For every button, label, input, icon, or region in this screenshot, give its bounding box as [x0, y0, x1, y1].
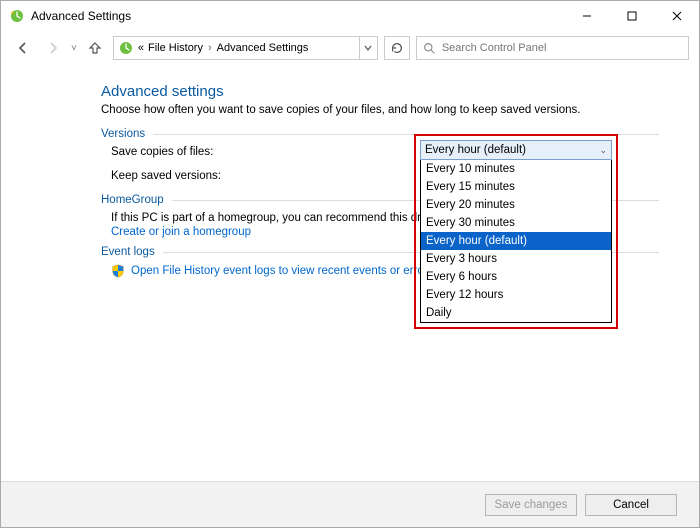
save-copies-dropdown[interactable]: Every hour (default) ⌄: [420, 140, 612, 160]
close-button[interactable]: [654, 1, 699, 31]
dropdown-option[interactable]: Every 30 minutes: [421, 214, 611, 232]
maximize-button[interactable]: [609, 1, 654, 31]
dropdown-option[interactable]: Every 12 hours: [421, 286, 611, 304]
forward-button[interactable]: [41, 36, 65, 60]
dropdown-option[interactable]: Every 20 minutes: [421, 196, 611, 214]
window-controls: [564, 1, 699, 31]
app-icon: [9, 8, 25, 24]
location-icon: [118, 40, 134, 56]
breadcrumb-item[interactable]: File History: [148, 42, 203, 54]
group-label-eventlogs: Event logs: [101, 246, 155, 258]
save-copies-dropdown-highlight: Every hour (default) ⌄ Every 10 minutesE…: [414, 134, 618, 329]
minimize-button[interactable]: [564, 1, 609, 31]
refresh-button[interactable]: [384, 36, 410, 60]
back-button[interactable]: [11, 36, 35, 60]
page-description: Choose how often you want to save copies…: [101, 104, 659, 116]
search-placeholder: Search Control Panel: [442, 42, 547, 54]
dropdown-option[interactable]: Every 15 minutes: [421, 178, 611, 196]
recent-locations-button[interactable]: ˅: [71, 43, 77, 54]
save-copies-label: Save copies of files:: [111, 146, 411, 158]
dropdown-option[interactable]: Every 10 minutes: [421, 160, 611, 178]
breadcrumb-item[interactable]: Advanced Settings: [217, 42, 309, 54]
dropdown-option[interactable]: Every 6 hours: [421, 268, 611, 286]
dropdown-options: Every 10 minutesEvery 15 minutesEvery 20…: [420, 160, 612, 323]
search-input[interactable]: Search Control Panel: [416, 36, 689, 60]
address-bar[interactable]: « File History › Advanced Settings: [113, 36, 378, 60]
cancel-button[interactable]: Cancel: [585, 494, 677, 516]
save-changes-button[interactable]: Save changes: [485, 494, 577, 516]
page-title: Advanced settings: [101, 83, 659, 100]
search-icon: [423, 42, 436, 55]
address-dropdown-button[interactable]: [359, 37, 377, 59]
footer: Save changes Cancel: [1, 481, 699, 527]
window-title: Advanced Settings: [31, 9, 131, 23]
chevron-right-icon: ›: [207, 42, 213, 54]
keep-versions-label: Keep saved versions:: [111, 170, 411, 182]
dropdown-option[interactable]: Every hour (default): [421, 232, 611, 250]
title-bar: Advanced Settings: [1, 1, 699, 31]
chevron-down-icon: ⌄: [599, 145, 607, 156]
dropdown-option[interactable]: Daily: [421, 304, 611, 322]
shield-icon: [111, 264, 125, 278]
nav-row: ˅ « File History › Advanced Settings Sea…: [1, 31, 699, 65]
group-label-versions: Versions: [101, 128, 145, 140]
dropdown-selected-value: Every hour (default): [425, 144, 526, 156]
dropdown-option[interactable]: Every 3 hours: [421, 250, 611, 268]
up-button[interactable]: [83, 36, 107, 60]
event-logs-link[interactable]: Open File History event logs to view rec…: [131, 265, 433, 277]
group-label-homegroup: HomeGroup: [101, 194, 164, 206]
breadcrumb-prefix: «: [138, 42, 144, 54]
